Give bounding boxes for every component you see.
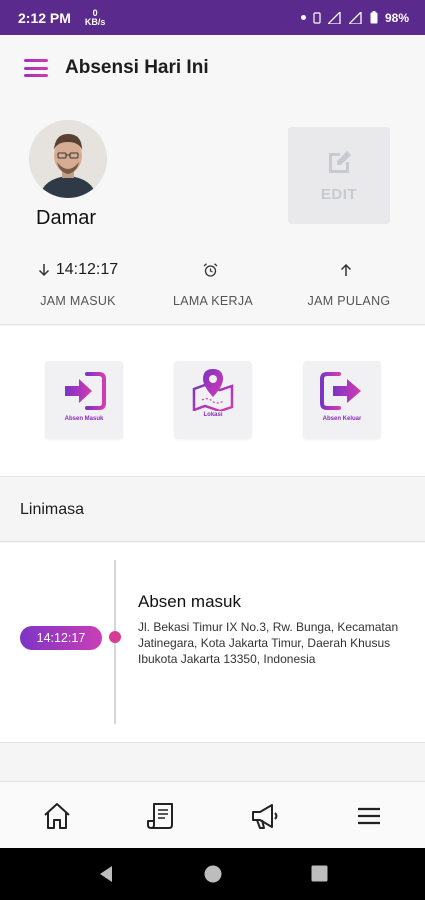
nav-history[interactable] xyxy=(145,800,177,832)
edit-icon xyxy=(329,151,351,173)
timeline-list: 14:12:17 Absen masuk Jl. Bekasi Timur IX… xyxy=(0,543,425,743)
profile-card: Damar EDIT 14:12:17 JAM MASUK LAMA KERJA… xyxy=(0,101,425,325)
stat-lama-kerja: LAMA KERJA xyxy=(143,259,283,308)
app-bar: Absensi Hari Ini xyxy=(0,35,425,101)
nav-announcement[interactable] xyxy=(249,800,281,832)
stat-label: LAMA KERJA xyxy=(172,294,254,308)
page-title: Absensi Hari Ini xyxy=(65,57,209,78)
battery-percent: 98% xyxy=(384,10,409,25)
arrow-up-icon xyxy=(340,263,352,276)
network-speed-unit: KB/s xyxy=(84,16,106,27)
stat-label: JAM MASUK xyxy=(40,294,116,308)
hamburger-menu-icon[interactable] xyxy=(24,59,48,77)
receipt-icon xyxy=(147,803,173,829)
alarm-clock-icon xyxy=(203,263,217,277)
action-label: Absen Keluar xyxy=(322,416,362,422)
stat-jam-pulang: JAM PULANG xyxy=(279,259,419,308)
stat-jam-masuk: 14:12:17 JAM MASUK xyxy=(8,259,148,308)
logout-icon xyxy=(320,372,361,410)
bottom-navigation xyxy=(0,781,425,848)
stat-label: JAM PULANG xyxy=(307,294,391,308)
lokasi-button[interactable]: Lokasi xyxy=(174,361,252,439)
login-icon xyxy=(65,372,106,410)
notification-dot-icon xyxy=(300,15,306,20)
action-label: Absen Masuk xyxy=(64,416,104,422)
stat-value: 14:12:17 xyxy=(55,261,119,278)
nav-more[interactable] xyxy=(353,800,385,832)
status-time: 2:12 PM xyxy=(18,9,71,26)
status-bar: 2:12 PM 0 KB/s 98% xyxy=(0,0,425,35)
home-button-icon[interactable] xyxy=(203,864,223,884)
map-pin-icon xyxy=(192,369,234,411)
battery-icon xyxy=(370,11,378,24)
megaphone-icon xyxy=(252,804,278,829)
absen-keluar-button[interactable]: Absen Keluar xyxy=(303,361,381,439)
menu-icon xyxy=(358,807,380,825)
vibrate-icon xyxy=(313,11,321,24)
action-panel: Absen Masuk Lokasi Absen Keluar xyxy=(0,326,425,477)
edit-label: EDIT xyxy=(320,186,358,203)
recents-icon[interactable] xyxy=(311,865,328,882)
signal-icon-2 xyxy=(348,11,362,24)
absen-masuk-button[interactable]: Absen Masuk xyxy=(45,361,123,439)
status-icons: 98% xyxy=(300,10,409,25)
home-icon xyxy=(44,803,70,829)
network-speed: 0 KB/s xyxy=(84,8,106,27)
action-label: Lokasi xyxy=(203,412,223,418)
edit-button[interactable]: EDIT xyxy=(288,127,390,224)
timeline-header: Linimasa xyxy=(0,478,425,542)
avatar xyxy=(29,120,107,198)
signal-icon xyxy=(327,11,341,24)
arrow-down-icon xyxy=(38,264,49,277)
nav-home[interactable] xyxy=(41,800,73,832)
timeline-entry-address: Jl. Bekasi Timur IX No.3, Rw. Bunga, Kec… xyxy=(138,620,399,666)
timeline-time-badge: 14:12:17 xyxy=(20,626,102,650)
system-navigation-bar xyxy=(0,848,425,900)
timeline-entry-title: Absen masuk xyxy=(138,592,241,611)
timeline-dot xyxy=(109,631,121,643)
back-icon[interactable] xyxy=(97,865,115,883)
user-name: Damar xyxy=(36,207,97,229)
